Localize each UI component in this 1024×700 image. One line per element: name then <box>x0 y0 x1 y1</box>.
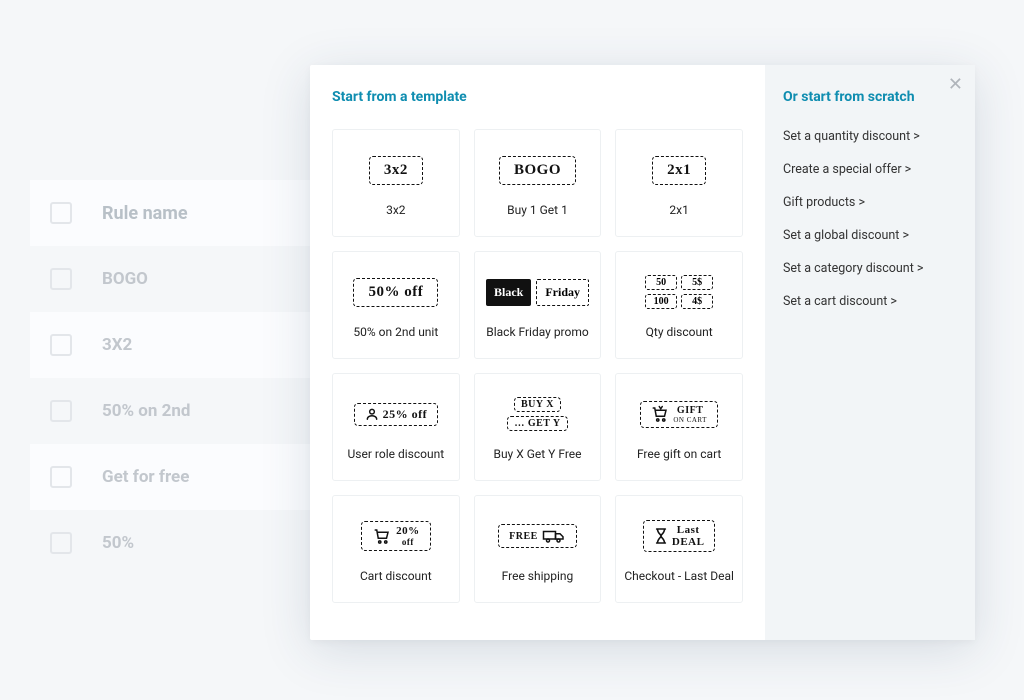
cart-icon <box>372 527 392 545</box>
close-icon: ✕ <box>948 74 963 94</box>
row-label: Get for free <box>102 467 189 487</box>
close-button[interactable]: ✕ <box>948 75 963 93</box>
friday-text: Friday <box>536 279 589 306</box>
template-card-free-shipping[interactable]: FREE Free shipping <box>474 495 602 603</box>
card-label: 3x2 <box>386 203 405 219</box>
card-label: Black Friday promo <box>486 325 589 341</box>
scratch-panel: Or start from scratch Set a quantity dis… <box>765 65 975 640</box>
card-label: Buy X Get Y Free <box>493 447 581 463</box>
link-gift-products[interactable]: Gift products > <box>783 195 957 210</box>
link-global-discount[interactable]: Set a global discount > <box>783 228 957 243</box>
coupon-icon: BOGO <box>481 147 595 193</box>
row-label: 50% on 2nd <box>102 401 191 421</box>
card-label: Checkout - Last Deal <box>624 569 734 585</box>
templates-title: Start from a template <box>332 89 743 105</box>
coupon-icon: 50% off <box>339 269 453 315</box>
template-card-50-2nd[interactable]: 50% off 50% on 2nd unit <box>332 251 460 359</box>
card-label: Free gift on cart <box>637 447 721 463</box>
template-card-qty-discount[interactable]: 50 5$ 100 4$ Qty discount <box>615 251 743 359</box>
checkbox[interactable] <box>50 202 72 224</box>
coupon-text: 25% off <box>383 407 428 422</box>
templates-panel: Start from a template 3x2 3x2 BOGO Buy 1… <box>310 65 765 640</box>
coupon-text: BOGO <box>499 156 576 185</box>
coupon-text: 3x2 <box>369 156 423 185</box>
template-card-2x1[interactable]: 2x1 2x1 <box>615 129 743 237</box>
link-category-discount[interactable]: Set a category discount > <box>783 261 957 276</box>
template-card-user-role[interactable]: 25% off User role discount <box>332 373 460 481</box>
coupon-icon: BUY X … GET Y <box>481 391 595 437</box>
card-label: Cart discount <box>360 569 432 585</box>
checkbox[interactable] <box>50 334 72 356</box>
card-label: Qty discount <box>646 325 713 341</box>
template-card-black-friday[interactable]: Black Friday Black Friday promo <box>474 251 602 359</box>
template-card-buy-x-get-y[interactable]: BUY X … GET Y Buy X Get Y Free <box>474 373 602 481</box>
coupon-icon: 25% off <box>339 391 453 437</box>
coupon-text: Last <box>677 524 700 536</box>
coupon-sub: off <box>402 537 414 547</box>
card-label: 2x1 <box>669 203 688 219</box>
coupon-text: 2x1 <box>652 156 706 185</box>
link-quantity-discount[interactable]: Set a quantity discount > <box>783 129 957 144</box>
link-cart-discount[interactable]: Set a cart discount > <box>783 294 957 309</box>
coupon-icon: GIFT ON CART <box>622 391 736 437</box>
template-card-bogo[interactable]: BOGO Buy 1 Get 1 <box>474 129 602 237</box>
coupon-icon: 20% off <box>339 513 453 559</box>
card-label: 50% on 2nd unit <box>353 325 438 341</box>
black-friday-icon: Black Friday <box>481 269 595 315</box>
coupon-sub: DEAL <box>672 536 705 548</box>
template-card-free-gift[interactable]: GIFT ON CART Free gift on cart <box>615 373 743 481</box>
template-card-last-deal[interactable]: Last DEAL Checkout - Last Deal <box>615 495 743 603</box>
coupon-icon: 2x1 <box>622 147 736 193</box>
coupon-text: … GET Y <box>507 416 567 431</box>
checkbox[interactable] <box>50 466 72 488</box>
qty-cell: 5$ <box>681 275 713 290</box>
qty-cell: 100 <box>645 294 677 309</box>
coupon-text: GIFT <box>677 405 703 416</box>
person-icon <box>365 407 379 421</box>
template-picker-modal: ✕ Start from a template 3x2 3x2 BOGO Buy… <box>310 65 975 640</box>
coupon-icon: Last DEAL <box>622 513 736 559</box>
template-card-cart-discount[interactable]: 20% off Cart discount <box>332 495 460 603</box>
checkbox[interactable] <box>50 532 72 554</box>
qty-cell: 50 <box>645 275 677 290</box>
row-label: BOGO <box>102 269 148 289</box>
template-card-3x2[interactable]: 3x2 3x2 <box>332 129 460 237</box>
coupon-sub: ON CART <box>673 416 707 424</box>
black-text: Black <box>486 279 531 306</box>
coupon-icon: 3x2 <box>339 147 453 193</box>
coupon-text: 20% <box>396 525 420 537</box>
card-label: Buy 1 Get 1 <box>507 203 568 219</box>
link-special-offer[interactable]: Create a special offer > <box>783 162 957 177</box>
truck-icon <box>542 528 566 544</box>
coupon-text: FREE <box>509 531 538 542</box>
coupon-icon: FREE <box>481 513 595 559</box>
qty-table-icon: 50 5$ 100 4$ <box>622 269 736 315</box>
hourglass-icon <box>654 527 668 545</box>
row-label: 3X2 <box>102 335 132 355</box>
scratch-title: Or start from scratch <box>783 89 957 105</box>
checkbox[interactable] <box>50 268 72 290</box>
templates-grid: 3x2 3x2 BOGO Buy 1 Get 1 2x1 2x1 <box>332 129 743 603</box>
qty-cell: 4$ <box>681 294 713 309</box>
header-label: Rule name <box>102 203 188 224</box>
row-label: 50% <box>102 533 134 553</box>
coupon-text: 50% off <box>353 278 438 307</box>
card-label: User role discount <box>348 447 445 463</box>
checkbox[interactable] <box>50 400 72 422</box>
cart-gift-icon <box>651 405 669 423</box>
coupon-text: BUY X <box>514 397 561 412</box>
card-label: Free shipping <box>502 569 574 585</box>
